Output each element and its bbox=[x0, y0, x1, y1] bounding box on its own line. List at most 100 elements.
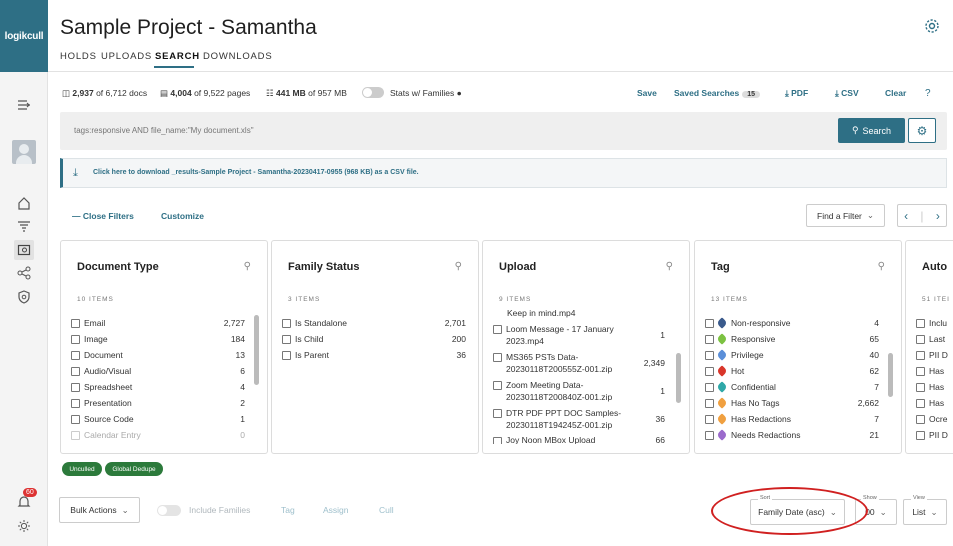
checkbox[interactable] bbox=[916, 318, 925, 328]
checkbox[interactable] bbox=[493, 353, 502, 362]
tab-downloads[interactable]: DOWNLOADS bbox=[203, 51, 272, 62]
list-item[interactable]: PII D bbox=[916, 427, 953, 443]
checkbox[interactable] bbox=[916, 430, 925, 440]
list-item[interactable]: PII D bbox=[916, 347, 953, 363]
checkbox[interactable] bbox=[916, 414, 925, 424]
share-nodes-icon[interactable] bbox=[14, 263, 34, 283]
list-item[interactable]: Presentation 2 bbox=[71, 395, 245, 411]
list-item[interactable]: Inclu bbox=[916, 315, 953, 331]
checkbox[interactable] bbox=[916, 382, 925, 392]
folder-search-icon[interactable] bbox=[14, 240, 34, 260]
scrollbar[interactable] bbox=[254, 315, 259, 385]
checkbox[interactable] bbox=[705, 398, 714, 408]
search-icon[interactable]: ⚲ bbox=[244, 261, 251, 272]
checkbox[interactable] bbox=[493, 325, 502, 334]
customize-button[interactable]: Customize bbox=[161, 211, 204, 221]
checkbox[interactable] bbox=[705, 430, 714, 440]
help-circle-icon[interactable]: ● bbox=[457, 88, 462, 98]
list-item[interactable]: Privilege 40 bbox=[705, 347, 879, 363]
list-item[interactable]: Hot 62 bbox=[705, 363, 879, 379]
list-item[interactable]: Spreadsheet 4 bbox=[71, 379, 245, 395]
list-item[interactable]: Email 2,727 bbox=[71, 315, 245, 331]
list-item[interactable]: Has bbox=[916, 363, 953, 379]
close-filters-button[interactable]: — Close Filters bbox=[72, 211, 134, 221]
list-item[interactable]: DTR PDF PPT DOC Samples- 20230118T194245Z… bbox=[493, 407, 665, 433]
list-item[interactable]: MS365 PSTs Data- 20230118T200555Z-001.zip… bbox=[493, 351, 665, 379]
home-icon[interactable] bbox=[14, 193, 34, 213]
checkbox[interactable] bbox=[71, 398, 80, 408]
checkbox[interactable] bbox=[705, 334, 714, 344]
checkbox[interactable] bbox=[71, 350, 80, 360]
saved-searches-button[interactable]: Saved Searches 15 bbox=[674, 88, 761, 98]
checkbox[interactable] bbox=[282, 318, 291, 328]
list-item[interactable]: Has Redactions 7 bbox=[705, 411, 879, 427]
pdf-button[interactable]: ⤓ PDF bbox=[785, 88, 808, 99]
cull-button[interactable]: Cull bbox=[379, 505, 394, 515]
list-item[interactable]: Last bbox=[916, 331, 953, 347]
chevron-right-icon[interactable]: › bbox=[936, 209, 940, 223]
list-item[interactable]: Has bbox=[916, 395, 953, 411]
clear-button[interactable]: Clear bbox=[885, 88, 906, 98]
chevron-left-icon[interactable]: ‹ bbox=[904, 209, 908, 223]
checkbox[interactable] bbox=[493, 409, 502, 418]
list-item[interactable]: Responsive 65 bbox=[705, 331, 879, 347]
checkbox[interactable] bbox=[705, 366, 714, 376]
tab-uploads[interactable]: UPLOADS bbox=[101, 51, 152, 62]
checkbox[interactable] bbox=[493, 381, 502, 390]
checkbox[interactable] bbox=[282, 334, 291, 344]
search-icon[interactable]: ⚲ bbox=[878, 261, 885, 272]
checkbox[interactable] bbox=[916, 366, 925, 376]
global-dedupe-chip[interactable]: Global Dedupe bbox=[105, 462, 163, 476]
checkbox[interactable] bbox=[705, 414, 714, 424]
advanced-search-icon[interactable]: ⚙ bbox=[908, 118, 936, 143]
checkbox[interactable] bbox=[71, 318, 80, 328]
find-filter-dropdown[interactable]: Find a Filter ⌄ bbox=[806, 204, 885, 227]
view-select[interactable]: List ⌄ bbox=[903, 499, 947, 525]
list-item[interactable]: Audio/Visual 6 bbox=[71, 363, 245, 379]
list-item-partial[interactable]: Joy Noon MBox Upload 66 bbox=[493, 434, 665, 444]
checkbox[interactable] bbox=[71, 366, 80, 376]
tab-search[interactable]: SEARCH bbox=[155, 51, 200, 62]
gear-icon[interactable] bbox=[924, 18, 940, 39]
help-icon[interactable]: ? bbox=[925, 88, 931, 99]
shield-icon[interactable] bbox=[14, 287, 34, 307]
csv-button[interactable]: ⤓ CSV bbox=[835, 88, 859, 99]
include-families-toggle[interactable] bbox=[157, 505, 181, 516]
tag-button[interactable]: Tag bbox=[281, 505, 295, 515]
download-banner[interactable]: ⤓ Click here to download _results-Sample… bbox=[60, 158, 947, 188]
save-button[interactable]: Save bbox=[637, 88, 657, 98]
funnel-icon[interactable] bbox=[14, 216, 34, 236]
checkbox[interactable] bbox=[71, 334, 80, 344]
checkbox[interactable] bbox=[705, 318, 714, 328]
list-item[interactable]: Non-responsive 4 bbox=[705, 315, 879, 331]
checkbox[interactable] bbox=[282, 350, 291, 360]
list-item[interactable]: Is Child 200 bbox=[282, 331, 466, 347]
checkbox[interactable] bbox=[71, 414, 80, 424]
sun-icon[interactable] bbox=[14, 516, 34, 536]
list-item[interactable]: Has bbox=[916, 379, 953, 395]
search-icon[interactable]: ⚲ bbox=[666, 261, 673, 272]
list-item[interactable]: Is Parent 36 bbox=[282, 347, 466, 363]
checkbox[interactable] bbox=[916, 398, 925, 408]
checkbox[interactable] bbox=[916, 334, 925, 344]
bulk-actions-dropdown[interactable]: Bulk Actions ⌄ bbox=[59, 497, 140, 523]
stats-families-toggle[interactable] bbox=[362, 87, 384, 98]
search-button[interactable]: ⚲ Search bbox=[838, 118, 905, 143]
checkbox[interactable] bbox=[705, 350, 714, 360]
collapse-menu-icon[interactable] bbox=[14, 95, 34, 115]
list-item[interactable]: Zoom Meeting Data- 20230118T200840Z-001.z… bbox=[493, 379, 665, 407]
search-input[interactable] bbox=[74, 126, 674, 135]
list-item[interactable]: Is Standalone 2,701 bbox=[282, 315, 466, 331]
list-item[interactable]: Source Code 1 bbox=[71, 411, 245, 427]
avatar[interactable] bbox=[12, 140, 36, 164]
list-item[interactable]: Ocre bbox=[916, 411, 953, 427]
list-item[interactable]: Needs Redactions 21 bbox=[705, 427, 879, 443]
checkbox[interactable] bbox=[916, 350, 925, 360]
list-item[interactable]: Has No Tags 2,662 bbox=[705, 395, 879, 411]
list-item[interactable]: Loom Message - 17 January 2023.mp4 1 bbox=[493, 323, 665, 351]
search-icon[interactable]: ⚲ bbox=[455, 261, 462, 272]
checkbox[interactable] bbox=[493, 437, 502, 444]
unculled-chip[interactable]: Unculled bbox=[62, 462, 102, 476]
list-item[interactable]: Document 13 bbox=[71, 347, 245, 363]
scrollbar[interactable] bbox=[888, 353, 893, 397]
